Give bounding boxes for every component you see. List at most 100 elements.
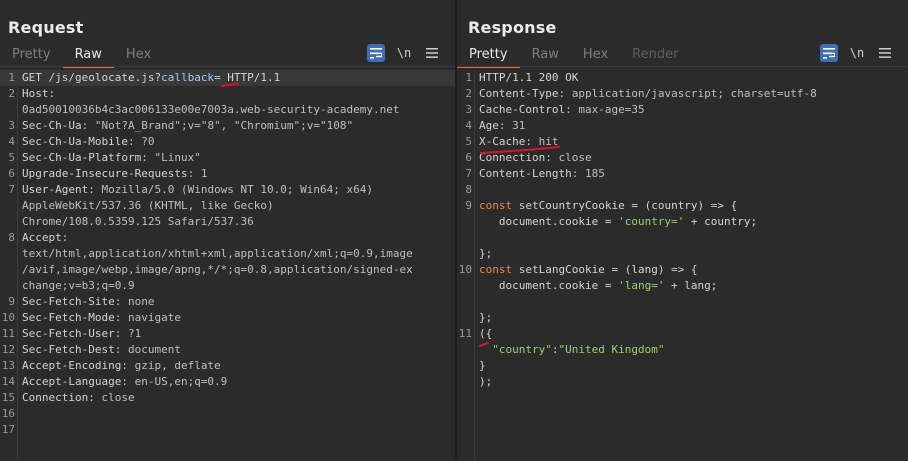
response-editor[interactable]: 1 HTTP/1.1 200 OK 2 Content-Type: applicati… [457, 70, 908, 461]
line-code: Sec-Fetch-Mode: navigate [22, 310, 181, 326]
code-token: }; [479, 311, 493, 324]
code-token: callback [161, 71, 215, 84]
request-pane: Request Pretty Raw Hex \n 1 GET /js/geoloca… [0, 0, 455, 461]
tab-pretty[interactable]: Pretty [457, 44, 520, 68]
line-number: 1 [465, 71, 472, 84]
tabs-separator [0, 66, 455, 67]
code-token: Accept [22, 231, 62, 244]
code-token: : en-US,en;q=0.9 [121, 375, 228, 388]
code-line: 0ad50010036b4c3ac006133e00e7003a.web-sec… [0, 102, 455, 118]
code-line: AppleWebKit/537.36 (KHTML, like Gecko) [0, 198, 455, 214]
code-line: 5 X-Cache: hit [457, 134, 908, 150]
line-number: 7 [465, 167, 472, 180]
code-token: + lang; [664, 279, 718, 292]
wrap-text-icon[interactable] [367, 44, 385, 62]
code-token: Host: [22, 87, 56, 100]
tab-raw[interactable]: Raw [520, 44, 571, 66]
tab-hex[interactable]: Hex [114, 44, 163, 66]
wrap-text-icon[interactable] [820, 44, 838, 62]
line-number: 7 [8, 183, 15, 196]
line-number: 11 [1, 327, 15, 340]
code-token: document.cookie = [479, 279, 619, 292]
code-line: 1 HTTP/1.1 200 OK [457, 70, 908, 86]
tab-raw[interactable]: Raw [62, 44, 115, 68]
request-tools: \n [367, 44, 441, 62]
code-token: }; [479, 247, 493, 260]
hamburger-menu-icon[interactable] [423, 44, 441, 62]
line-code: HTTP/1.1 200 OK [479, 70, 578, 86]
response-tools: \n [820, 44, 894, 62]
tab-hex[interactable]: Hex [571, 44, 620, 66]
line-code: Accept-Encoding: gzip, deflate [22, 358, 221, 374]
line-number: 14 [1, 375, 15, 388]
request-editor[interactable]: 1 GET /js/geolocate.js?callback= HTTP/1.1… [0, 70, 455, 461]
line-code: const setLangCookie = (lang) => { [479, 262, 698, 278]
line-number: 9 [8, 295, 15, 308]
code-token: Connection [479, 151, 546, 164]
line-code: Cache-Control: max-age=35 [479, 102, 645, 118]
code-token: document.cookie = [479, 215, 619, 228]
code-line: }; [457, 310, 908, 326]
code-line: } [457, 358, 908, 374]
line-code: Content-Length: 185 [479, 166, 605, 182]
code-line: 7 User-Agent: Mozilla/5.0 (Windows NT 10.… [0, 182, 455, 198]
line-code: AppleWebKit/537.36 (KHTML, like Gecko) [22, 198, 274, 214]
code-line: 8 [457, 182, 908, 198]
code-token: AppleWebKit/537.36 (KHTML, like Gecko) [22, 199, 274, 212]
tab-pretty[interactable]: Pretty [0, 44, 63, 66]
line-code: Content-Type: application/javascript; ch… [479, 86, 817, 102]
code-token: const [479, 199, 513, 212]
code-line: 14 Accept-Language: en-US,en;q=0.9 [0, 374, 455, 390]
code-line: 4 Sec-Ch-Ua-Mobile: ?0 [0, 134, 455, 150]
line-number: 9 [465, 199, 472, 212]
code-token: GET /js/geolocate.js? [22, 71, 162, 84]
code-token: : max-age=35 [565, 103, 645, 116]
line-code: 0ad50010036b4c3ac006133e00e7003a.web-sec… [22, 102, 400, 118]
code-token: setLangCookie = (lang) => { [512, 263, 698, 276]
line-code: }; [479, 246, 492, 262]
code-line: 8 Accept: [0, 230, 455, 246]
code-token: 0ad50010036b4c3ac006133e00e7003a.web-sec… [22, 103, 400, 116]
code-token: setCountryCookie = (country) => { [512, 199, 738, 212]
code-token: : "Linux" [141, 151, 201, 164]
code-token: Connection [22, 391, 89, 404]
code-line: 10 const setLangCookie = (lang) => { [457, 262, 908, 278]
line-code: /avif,image/webp,image/apng,*/*;q=0.8,ap… [22, 262, 413, 278]
code-token: Chrome/108.0.5359.125 Safari/537.36 [22, 215, 254, 228]
code-token: text/html,application/xhtml+xml,applicat… [22, 247, 413, 260]
code-line: /avif,image/webp,image/apng,*/*;q=0.8,ap… [0, 262, 455, 278]
tab-render[interactable]: Render [620, 44, 690, 66]
code-line: text/html,application/xhtml+xml,applicat… [0, 246, 455, 262]
line-code: document.cookie = 'country=' + country; [479, 214, 757, 230]
code-line: document.cookie = 'country=' + country; [457, 214, 908, 230]
code-token: ({ [479, 327, 493, 340]
line-number: 8 [465, 183, 472, 196]
line-code: ); [479, 374, 492, 390]
code-token: : hit [525, 135, 559, 148]
line-code: Connection: close [479, 150, 592, 166]
code-token: : ?0 [127, 135, 155, 148]
code-line: "country":"United Kingdom" [457, 342, 908, 358]
code-token: Sec-Fetch-Site [22, 295, 115, 308]
line-code: Chrome/108.0.5359.125 Safari/537.36 [22, 214, 254, 230]
code-line: 7 Content-Length: 185 [457, 166, 908, 182]
code-line: 13 Accept-Encoding: gzip, deflate [0, 358, 455, 374]
code-line: 5 Sec-Ch-Ua-Platform: "Linux" [0, 150, 455, 166]
code-line: 10 Sec-Fetch-Mode: navigate [0, 310, 455, 326]
line-number: 3 [8, 119, 15, 132]
newline-toggle[interactable]: \n [395, 46, 413, 60]
code-token: 'country=' [618, 215, 685, 228]
line-code: document.cookie = 'lang=' + lang; [479, 278, 718, 294]
code-token: const [479, 263, 513, 276]
code-token: ); [479, 375, 493, 388]
code-line: 4 Age: 31 [457, 118, 908, 134]
hamburger-menu-icon[interactable] [876, 44, 894, 62]
line-number: 5 [465, 135, 472, 148]
code-token: : "Not?A_Brand";v="8", "Chromium";v="108… [81, 119, 354, 132]
code-token: change;v=b3;q=0.9 [22, 279, 135, 292]
newline-toggle[interactable]: \n [848, 46, 866, 60]
line-number: 3 [465, 103, 472, 116]
code-token: : document [114, 343, 181, 356]
